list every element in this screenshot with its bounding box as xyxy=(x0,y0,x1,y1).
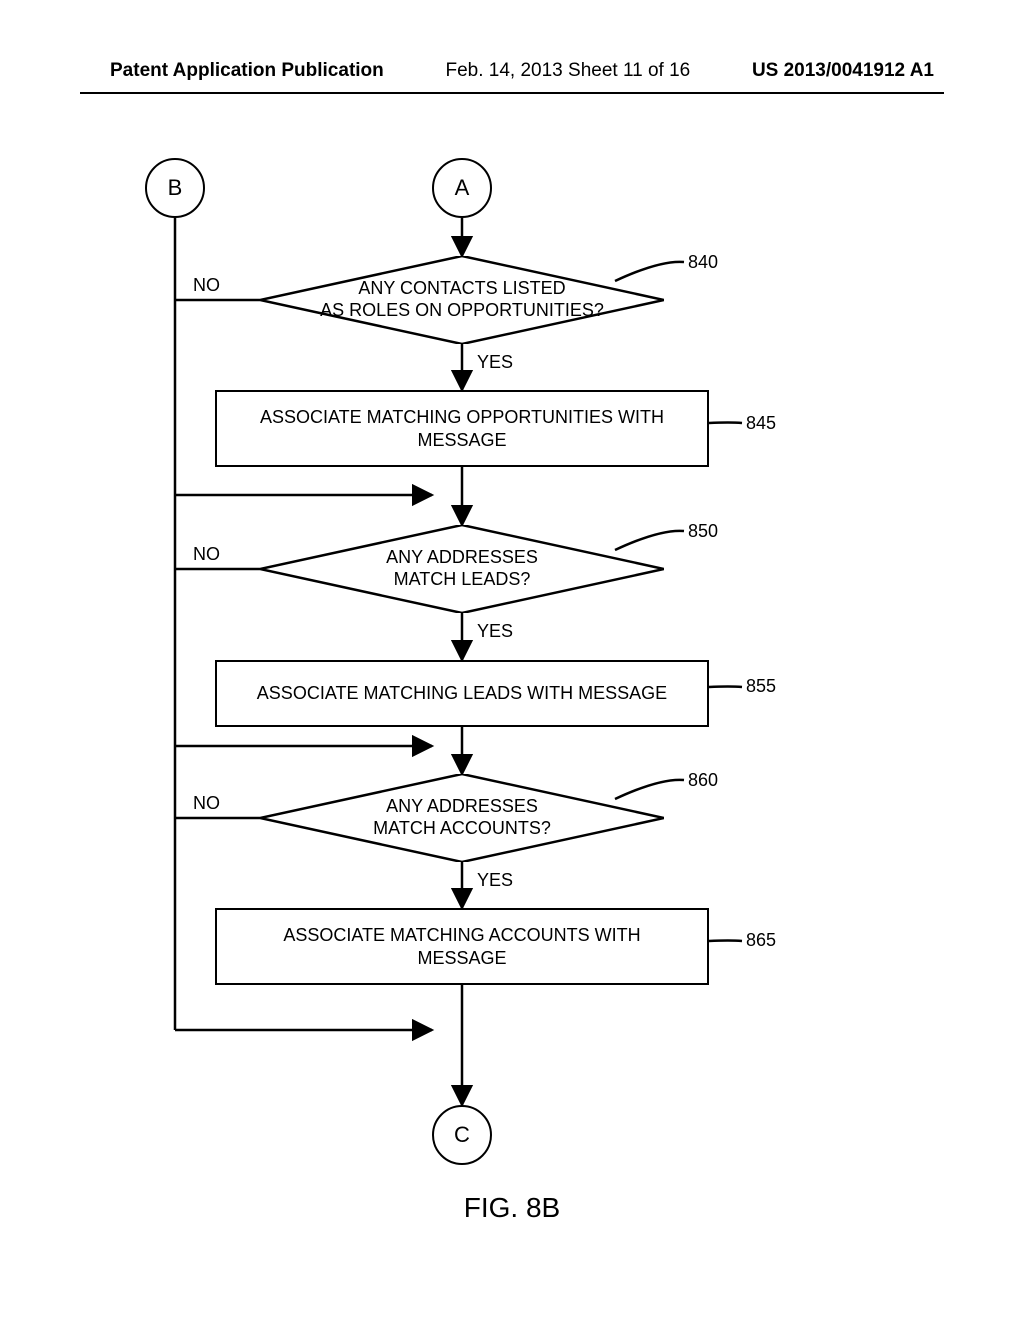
connector-b-label: B xyxy=(168,175,183,201)
decision-860-no: NO xyxy=(193,793,220,814)
decision-850-text: ANY ADDRESSES MATCH LEADS? xyxy=(336,547,588,590)
header-publication: Patent Application Publication xyxy=(110,60,384,82)
connector-c-label: C xyxy=(454,1122,470,1148)
process-855: ASSOCIATE MATCHING LEADS WITH MESSAGE xyxy=(215,660,709,727)
process-865: ASSOCIATE MATCHING ACCOUNTS WITH MESSAGE xyxy=(215,908,709,985)
decision-860-ref: 860 xyxy=(688,770,718,791)
connector-c: C xyxy=(432,1105,492,1165)
header-date-sheet: Feb. 14, 2013 Sheet 11 of 16 xyxy=(445,60,690,82)
decision-850-yes: YES xyxy=(477,621,513,642)
process-845-text: ASSOCIATE MATCHING OPPORTUNITIES WITH ME… xyxy=(237,406,687,451)
decision-860-yes: YES xyxy=(477,870,513,891)
process-845: ASSOCIATE MATCHING OPPORTUNITIES WITH ME… xyxy=(215,390,709,467)
decision-840-ref: 840 xyxy=(688,252,718,273)
process-855-ref: 855 xyxy=(746,676,776,697)
process-865-text: ASSOCIATE MATCHING ACCOUNTS WITH MESSAGE xyxy=(237,924,687,969)
connector-a: A xyxy=(432,158,492,218)
decision-860: ANY ADDRESSES MATCH ACCOUNTS? xyxy=(260,774,664,862)
process-865-ref: 865 xyxy=(746,930,776,951)
decision-840-yes: YES xyxy=(477,352,513,373)
decision-850-ref: 850 xyxy=(688,521,718,542)
process-845-ref: 845 xyxy=(746,413,776,434)
figure-caption: FIG. 8B xyxy=(0,1192,1024,1224)
decision-840-text: ANY CONTACTS LISTED AS ROLES ON OPPORTUN… xyxy=(270,278,654,321)
process-855-text: ASSOCIATE MATCHING LEADS WITH MESSAGE xyxy=(257,682,667,705)
header-rule xyxy=(80,92,944,94)
decision-860-text: ANY ADDRESSES MATCH ACCOUNTS? xyxy=(323,796,601,839)
connector-b: B xyxy=(145,158,205,218)
decision-850-no: NO xyxy=(193,544,220,565)
decision-840: ANY CONTACTS LISTED AS ROLES ON OPPORTUN… xyxy=(260,256,664,344)
decision-840-no: NO xyxy=(193,275,220,296)
flowchart-stage: B A ANY CONTACTS LISTED AS ROLES ON OPPO… xyxy=(0,130,1024,1280)
header-patent-number: US 2013/0041912 A1 xyxy=(752,60,934,82)
decision-850: ANY ADDRESSES MATCH LEADS? xyxy=(260,525,664,613)
connector-a-label: A xyxy=(455,175,470,201)
